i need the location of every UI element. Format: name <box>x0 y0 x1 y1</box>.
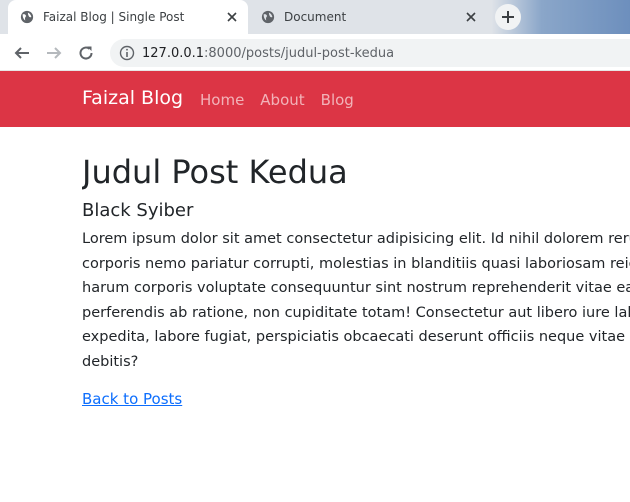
arrow-right-icon <box>47 47 62 59</box>
forward-button[interactable] <box>44 43 64 63</box>
back-to-posts-link[interactable]: Back to Posts <box>82 390 182 408</box>
tab-document[interactable]: Document <box>249 0 487 34</box>
reload-button[interactable] <box>76 43 96 63</box>
browser-toolbar: 127.0.0.1:8000/posts/judul-post-kedua <box>0 34 630 71</box>
close-tab-icon[interactable] <box>463 9 479 25</box>
post-body-line: Lorem ipsum dolor sit amet consectetur a… <box>82 231 630 247</box>
browser-tab-strip: Faizal Blog | Single Post Document <box>0 0 630 34</box>
tab-title: Faizal Blog | Single Post <box>43 10 185 24</box>
globe-icon <box>20 10 34 24</box>
post-author: Black Syiber <box>82 200 194 221</box>
navbar-brand[interactable]: Faizal Blog <box>82 87 183 109</box>
reload-icon <box>79 46 93 60</box>
arrow-left-icon <box>14 47 29 59</box>
site-navbar: Faizal Blog Home About Blog <box>0 71 630 127</box>
post-body-line: perferendis ab ratione, non cupiditate t… <box>82 304 630 321</box>
address-bar[interactable]: 127.0.0.1:8000/posts/judul-post-kedua <box>110 39 630 67</box>
back-button[interactable] <box>12 43 32 63</box>
tab-faizal-blog[interactable]: Faizal Blog | Single Post <box>8 0 248 34</box>
post-body-line: expedita, labore fugiat, perspiciatis ob… <box>82 329 630 345</box>
post-title: Judul Post Kedua <box>82 153 348 191</box>
url-path: :8000/posts/judul-post-kedua <box>204 45 395 61</box>
close-tab-icon[interactable] <box>224 9 240 25</box>
post-body: Lorem ipsum dolor sit amet consectetur a… <box>82 227 630 374</box>
nav-link-blog[interactable]: Blog <box>321 91 354 109</box>
tab-title: Document <box>284 10 347 24</box>
post-body-line: corporis nemo pariatur corrupti, molesti… <box>82 255 630 272</box>
nav-link-home[interactable]: Home <box>200 91 244 109</box>
info-icon[interactable] <box>119 45 135 61</box>
plus-icon <box>502 11 514 23</box>
nav-links: Home About Blog <box>200 91 370 109</box>
post-body-line: harum corporis voluptate consequuntur si… <box>82 280 630 296</box>
globe-icon <box>261 10 275 24</box>
post-body-line: debitis? <box>82 353 139 370</box>
post-content: Judul Post Kedua Black Syiber Lorem ipsu… <box>82 150 630 408</box>
url-text: 127.0.0.1:8000/posts/judul-post-kedua <box>142 46 394 61</box>
url-host: 127.0.0.1 <box>142 45 205 61</box>
new-tab-button[interactable] <box>495 4 521 30</box>
nav-link-about[interactable]: About <box>260 91 304 109</box>
